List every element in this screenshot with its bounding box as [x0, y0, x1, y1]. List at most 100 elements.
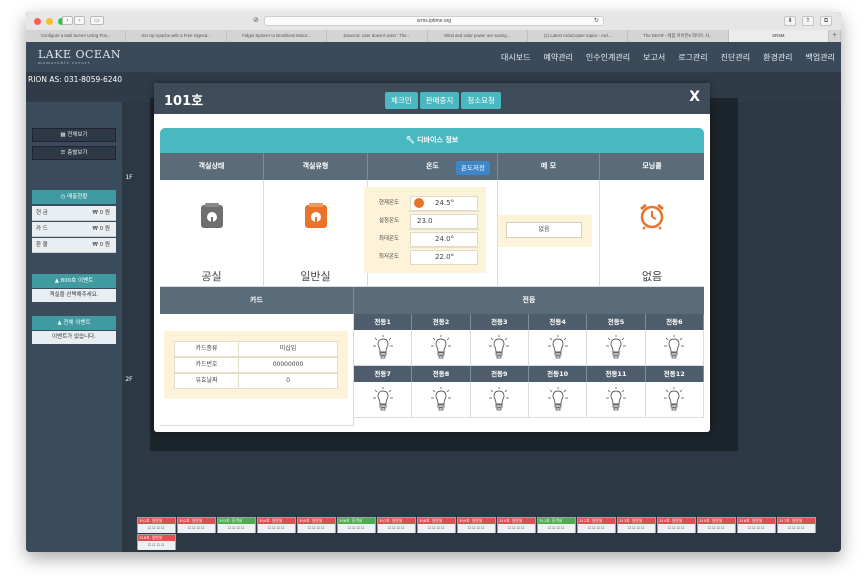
sidebar-toggle-icon[interactable]: ▭	[90, 16, 104, 25]
lamp-toggle[interactable]	[412, 382, 471, 418]
close-button[interactable]: X	[689, 89, 700, 105]
room-status: 일반실	[151, 535, 163, 540]
tabs-icon[interactable]: ⧉	[820, 16, 832, 26]
tab-3[interactable]: Dovecot: User doesn't exist : The...	[327, 30, 428, 42]
room-tile[interactable]: 314호 일반실 ▫▫▫▫	[657, 517, 696, 533]
room-tile[interactable]: 309호 일반실 ▫▫▫▫	[457, 517, 496, 533]
tab-0[interactable]: Configure a Mail Server Using Pos...	[26, 30, 127, 42]
header-room-state: 객실상태	[160, 153, 264, 180]
room-tile[interactable]: 301호 일반실 ▫▫▫▫	[137, 517, 176, 533]
header-morning-call: 모닝콜	[600, 153, 704, 180]
minimize-light-icon[interactable]	[46, 18, 53, 25]
room-number: 303호	[219, 518, 230, 523]
lamp-toggle[interactable]	[645, 382, 704, 418]
lamp-label: 전등8	[412, 366, 471, 382]
lamp-toggle[interactable]	[528, 330, 588, 366]
view-all-button[interactable]: ▦ 전체보기	[32, 128, 116, 142]
tab-7[interactable]: SRSM	[728, 30, 829, 42]
room-status: 일반실	[591, 518, 603, 523]
room-tile[interactable]: 310호 일반실 ▫▫▫▫	[497, 517, 536, 533]
menu-reservation[interactable]: 예약관리	[543, 52, 572, 63]
lamp-toggle[interactable]	[470, 382, 529, 418]
room-tile[interactable]: 315호 일반실 ▫▫▫▫	[697, 517, 736, 533]
lamp-label: 전등11	[587, 366, 646, 382]
room-tile[interactable]: 307호 일반실 ▫▫▫▫	[377, 517, 416, 533]
new-tab-button[interactable]: +	[829, 30, 841, 42]
header-memo: 메 모	[498, 153, 600, 180]
forward-icon[interactable]: ›	[74, 16, 85, 25]
memo-value[interactable]: 없음	[506, 222, 582, 238]
stop-sale-button[interactable]: 판매중지	[419, 92, 460, 109]
room-tile[interactable]: 311호 준객실 ▫▫▫▫	[537, 517, 576, 533]
lamp-toggle[interactable]	[354, 330, 413, 366]
menu-handover[interactable]: 인수인계관리	[586, 52, 630, 63]
room-tile[interactable]: 308호 일반실 ▫▫▫▫	[417, 517, 456, 533]
lamp-toggle[interactable]	[354, 382, 413, 418]
room-tile[interactable]: 303호 준객실 ▫▫▫▫	[217, 517, 256, 533]
lamp-toggle[interactable]	[587, 382, 646, 418]
room-device-icons: ▫▫▫▫	[258, 524, 295, 533]
logo[interactable]: LAKE OCEAN memorable resort	[38, 48, 121, 65]
close-light-icon[interactable]	[34, 18, 41, 25]
menu-dashboard[interactable]: 대시보드	[501, 52, 530, 63]
lamp-label: 전등4	[528, 314, 588, 330]
sales-row-card: 카 드 ₩ 0 원	[32, 222, 116, 237]
download-icon[interactable]: ⬇	[784, 16, 796, 26]
room-tile[interactable]: 316호 일반실 ▫▫▫▫	[737, 517, 776, 533]
all-event-title: 전체 이벤트	[63, 320, 91, 326]
card-row-number: 카드번호 00000000	[174, 357, 338, 373]
reload-icon[interactable]: ↻	[594, 17, 599, 25]
tab-6[interactable]: The DEAR - 제품 아이폰6 화이트 사...	[628, 30, 729, 42]
header-card: 카드	[160, 287, 354, 314]
lamp-toggle[interactable]	[412, 330, 471, 366]
tab-strip: Configure a Mail Server Using Pos... Set…	[26, 30, 841, 42]
device-info-bar: 🔧︎ 디바이스 정보	[160, 128, 704, 153]
room-tile[interactable]: 302호 일반실 ▫▫▫▫	[177, 517, 216, 533]
menu-diagnosis[interactable]: 진단관리	[721, 52, 750, 63]
lamp-toggle[interactable]	[645, 330, 704, 366]
morning-call-value: 없음	[641, 270, 663, 283]
sales-value: ₩ 0 원	[92, 210, 111, 216]
room-tile[interactable]: 305호 일반실 ▫▫▫▫	[297, 517, 336, 533]
room-tile[interactable]: 317호 일반실 ▫▫▫▫	[777, 517, 816, 533]
card-row-type: 카드종류 미삽입	[174, 341, 338, 357]
address-bar[interactable]: ⊘ srms.iptime.org ↻	[253, 16, 604, 26]
floor-view-button[interactable]: ☰ 층별보기	[32, 146, 116, 160]
room-status: 일반실	[431, 518, 443, 523]
menu-environment[interactable]: 환경관리	[763, 52, 792, 63]
tab-1[interactable]: Set Up Apache with a Free Signed...	[126, 30, 227, 42]
menu-report[interactable]: 보고서	[643, 52, 665, 63]
room-number: 306호	[339, 518, 350, 523]
room-state-cell: 공실	[160, 180, 264, 287]
tab-5[interactable]: (1) Latest ArduCopter topics - Ard...	[528, 30, 629, 42]
room-tile[interactable]: 304호 일반실 ▫▫▫▫	[257, 517, 296, 533]
share-icon[interactable]: ⇧	[802, 16, 814, 26]
room-number: 302호	[179, 518, 190, 523]
room-tile[interactable]: 318호 일반실 ▫▫▫▫	[137, 534, 176, 550]
menu-log[interactable]: 로그관리	[678, 52, 707, 63]
tab-2[interactable]: Fidget Spinner to Brushless Motor...	[227, 30, 328, 42]
room-device-icons: ▫▫▫▫	[498, 524, 535, 533]
lamp-toggle[interactable]	[528, 382, 588, 418]
support-phone: RION AS: 031-8059-6240	[26, 72, 136, 102]
room-tile[interactable]: 312호 일반실 ▫▫▫▫	[577, 517, 616, 533]
checkin-button[interactable]: 체크인	[385, 92, 418, 109]
room-number: 314호	[659, 518, 670, 523]
room-tile[interactable]: 313호 일반실 ▫▫▫▫	[617, 517, 656, 533]
back-icon[interactable]: ‹	[62, 16, 73, 25]
tab-4[interactable]: Wind and solar power are saving...	[428, 30, 528, 42]
lamp-label: 전등10	[528, 366, 588, 382]
room-event-title: 800호 이벤트	[60, 278, 94, 284]
modal-action-buttons: 체크인 판매중지 청소요청	[385, 92, 501, 109]
room-tile[interactable]: 306호 준객실 ▫▫▫▫	[337, 517, 376, 533]
room-number: 305호	[299, 518, 310, 523]
room-status: 일반실	[711, 518, 723, 523]
room-detail-modal: 101호 체크인 판매중지 청소요청 X 🔧︎ 디바이스 정보 객실상태 객실유…	[154, 83, 710, 432]
cleaning-request-button[interactable]: 청소요청	[461, 92, 501, 109]
save-temperature-button[interactable]: 온도저장	[456, 161, 490, 175]
lamp-toggle[interactable]	[470, 330, 529, 366]
set-temp-input[interactable]: 23.0	[410, 214, 478, 229]
card-value: 미삽입	[279, 345, 297, 352]
lamp-toggle[interactable]	[587, 330, 646, 366]
menu-backup[interactable]: 백업관리	[806, 52, 835, 63]
